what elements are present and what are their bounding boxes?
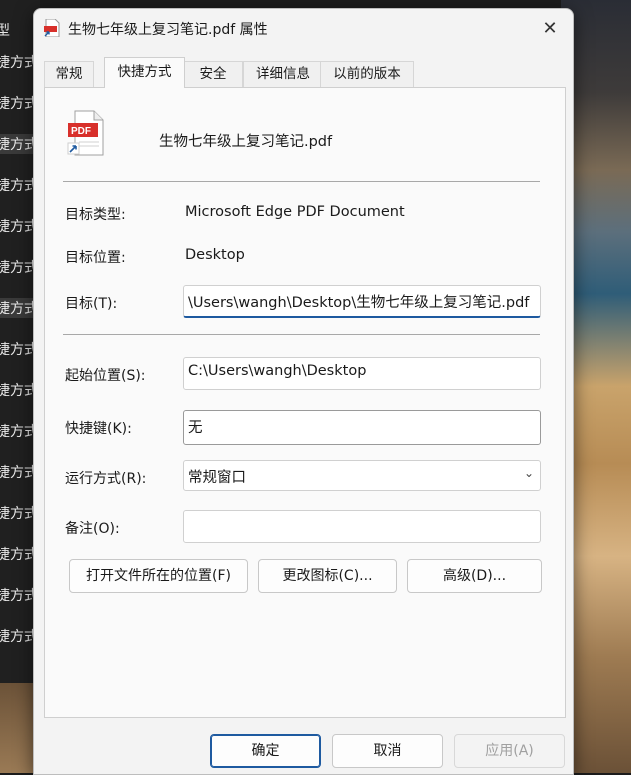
target-label: 目标(T): <box>65 296 118 312</box>
file-name: 生物七年级上复习笔记.pdf <box>159 134 333 150</box>
title-bar[interactable]: 生物七年级上复习笔记.pdf 属性 ✕ <box>34 9 573 49</box>
shortcut-key-input[interactable]: 无 <box>183 410 541 445</box>
target-location-value: Desktop <box>185 247 245 263</box>
tab-shortcut[interactable]: 快捷方式 <box>104 57 185 88</box>
cancel-button[interactable]: 取消 <box>332 734 443 768</box>
open-file-location-button[interactable]: 打开文件所在的位置(F) <box>69 559 248 593</box>
target-type-label: 目标类型: <box>65 207 126 223</box>
pdf-file-icon <box>44 19 60 37</box>
start-in-label: 起始位置(S): <box>65 368 146 384</box>
target-input[interactable]: \Users\wangh\Desktop\生物七年级上复习笔记.pdf <box>183 285 541 318</box>
tab-previous-versions[interactable]: 以前的版本 <box>320 61 414 87</box>
run-select[interactable]: 常规窗口 ⌄ <box>183 460 541 491</box>
chevron-down-icon: ⌄ <box>523 466 534 480</box>
divider <box>63 181 540 182</box>
tab-details[interactable]: 详细信息 <box>243 61 323 87</box>
pdf-shortcut-icon: PDF <box>67 110 104 156</box>
properties-dialog: 生物七年级上复习笔记.pdf 属性 ✕ 常规 快捷方式 安全 详细信息 以前的版… <box>33 8 574 775</box>
target-type-value: Microsoft Edge PDF Document <box>185 204 405 220</box>
window-title: 生物七年级上复习笔记.pdf 属性 <box>68 22 268 38</box>
run-label: 运行方式(R): <box>65 471 147 487</box>
shortcut-key-label: 快捷键(K): <box>65 421 132 437</box>
divider <box>63 334 540 335</box>
comment-input[interactable] <box>183 510 541 543</box>
start-in-input[interactable]: C:\Users\wangh\Desktop <box>183 357 541 390</box>
ok-button[interactable]: 确定 <box>210 734 321 768</box>
explorer-row: 型 <box>0 23 10 39</box>
tab-security[interactable]: 安全 <box>183 61 243 87</box>
tab-general[interactable]: 常规 <box>44 61 94 87</box>
advanced-button[interactable]: 高级(D)... <box>407 559 542 593</box>
target-location-label: 目标位置: <box>65 250 126 266</box>
run-select-value: 常规窗口 <box>188 470 246 486</box>
comment-label: 备注(O): <box>65 521 120 537</box>
change-icon-button[interactable]: 更改图标(C)... <box>258 559 397 593</box>
shortcut-panel: PDF 生物七年级上复习笔记.pdf 目标类型: Microsoft Edge … <box>44 87 566 718</box>
close-button[interactable]: ✕ <box>537 17 563 41</box>
close-icon: ✕ <box>542 18 558 39</box>
apply-button[interactable]: 应用(A) <box>454 734 565 768</box>
svg-text:PDF: PDF <box>71 126 91 137</box>
